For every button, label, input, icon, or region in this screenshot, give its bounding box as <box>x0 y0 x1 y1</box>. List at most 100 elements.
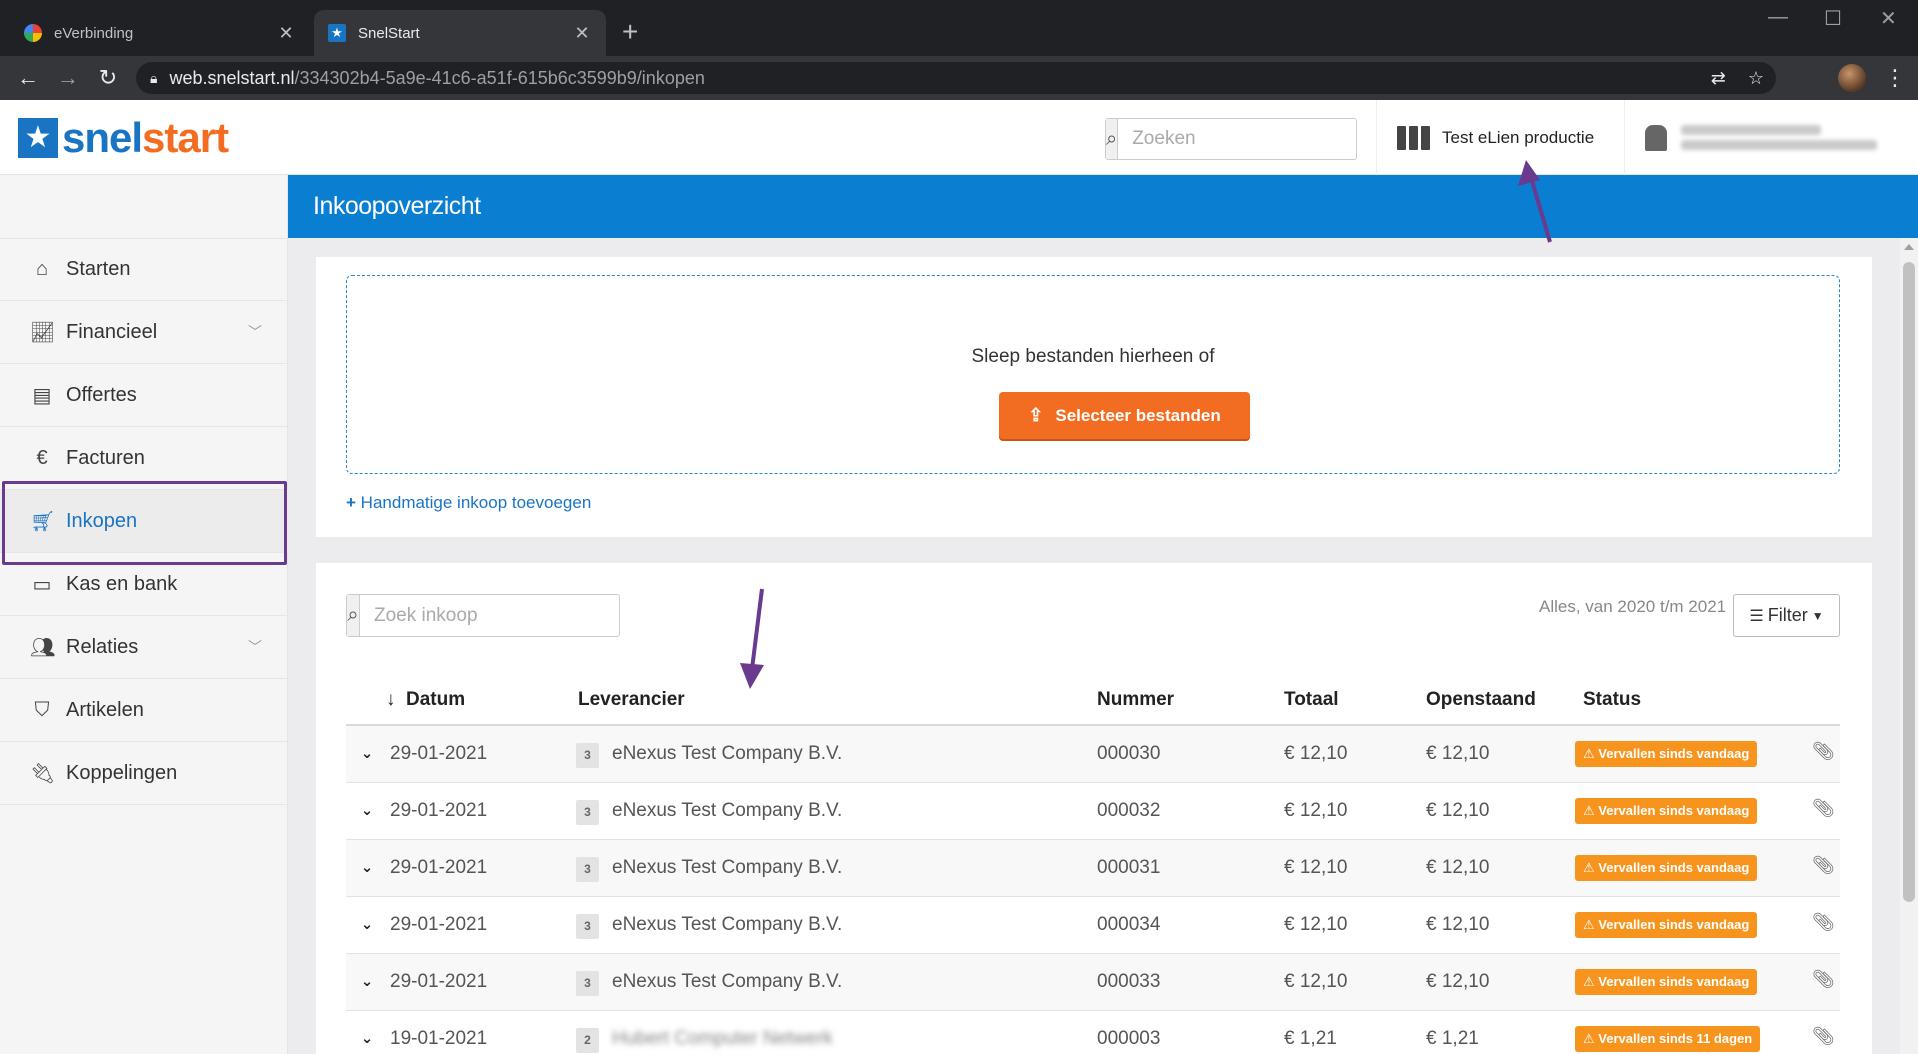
cell-openstaand: € 12,10 <box>1426 800 1490 821</box>
sidebar-item-financieel[interactable]: 📈︎ Financieel ﹀ <box>0 301 288 364</box>
expand-chevron-icon[interactable]: ⌄ <box>354 798 380 824</box>
paperclip-icon[interactable]: 📎︎ <box>1812 912 1835 933</box>
back-arrow-icon[interactable]: ← <box>14 64 42 92</box>
url-path: /334302b4-5a9e-41c6-a51f-615b6c3599b9/in… <box>294 67 705 88</box>
snelstart-logo[interactable]: ★ snelstart <box>18 117 229 159</box>
document-count-badge: 3 <box>576 800 599 825</box>
page-scrollbar[interactable] <box>1900 238 1918 1054</box>
paperclip-icon[interactable]: 📎︎ <box>1812 741 1835 762</box>
minimize-icon[interactable]: — <box>1768 6 1788 29</box>
table-row[interactable]: ⌄ 29-01-2021 3 eNexus Test Company B.V. … <box>346 726 1840 783</box>
sidebar-item-facturen[interactable]: € Facturen <box>0 427 288 490</box>
cell-totaal: € 12,10 <box>1284 971 1348 992</box>
cell-openstaand: € 12,10 <box>1426 971 1490 992</box>
logo-text-snel: snel <box>62 114 143 161</box>
browser-menu-icon[interactable]: ⋮ <box>1884 64 1906 92</box>
table-body: ⌄ 29-01-2021 3 eNexus Test Company B.V. … <box>346 726 1840 1054</box>
col-datum[interactable]: Datum <box>406 689 465 711</box>
table-row[interactable]: ⌄ 19-01-2021 2 Hubert Computer Netwerk 0… <box>346 1011 1840 1054</box>
table-row[interactable]: ⌄ 29-01-2021 3 eNexus Test Company B.V. … <box>346 840 1840 897</box>
file-dropzone[interactable]: Sleep bestanden hierheen of ⇪ Selecteer … <box>346 275 1840 474</box>
plus-icon: + <box>346 493 356 512</box>
window-close-icon[interactable]: ✕ <box>1880 6 1897 31</box>
translate-icon[interactable]: ⇄ <box>1711 68 1726 89</box>
table-row[interactable]: ⌄ 29-01-2021 3 eNexus Test Company B.V. … <box>346 954 1840 1011</box>
dropzone-text: Sleep bestanden hierheen of <box>971 346 1215 367</box>
col-openstaand[interactable]: Openstaand <box>1426 689 1536 711</box>
reload-icon[interactable]: ↻ <box>94 64 122 92</box>
table-row[interactable]: ⌄ 29-01-2021 3 eNexus Test Company B.V. … <box>346 783 1840 840</box>
status-text: Vervallen sinds vandaag <box>1598 974 1750 989</box>
paperclip-icon[interactable]: 📎︎ <box>1812 798 1835 819</box>
new-tab-icon[interactable]: + <box>622 16 638 48</box>
purchases-table: ↓ Datum Leverancier Nummer Totaal Openst… <box>346 675 1840 1054</box>
filter-button[interactable]: ☰ Filter ▼ <box>1733 594 1840 637</box>
sidebar-item-artikelen[interactable]: ⛉ Artikelen <box>0 679 288 742</box>
purchases-panel: ⌕ Alles, van 2020 t/m 2021 ☰ Filter ▼ ↓ … <box>316 563 1872 1054</box>
global-search-input[interactable] <box>1118 119 1378 159</box>
table-row[interactable]: ⌄ 29-01-2021 3 eNexus Test Company B.V. … <box>346 897 1840 954</box>
col-leverancier[interactable]: Leverancier <box>578 689 685 711</box>
scroll-thumb[interactable] <box>1903 262 1915 902</box>
home-icon: ⌂ <box>35 258 49 280</box>
cell-totaal: € 12,10 <box>1284 800 1348 821</box>
col-totaal[interactable]: Totaal <box>1284 689 1339 711</box>
paperclip-icon[interactable]: 📎︎ <box>1812 1026 1835 1047</box>
sidebar-item-kas-en-bank[interactable]: ▭ Kas en bank <box>0 553 288 616</box>
expand-chevron-icon[interactable]: ⌄ <box>354 741 380 767</box>
expand-chevron-icon[interactable]: ⌄ <box>354 969 380 995</box>
sidebar-item-label: Kas en bank <box>66 572 178 595</box>
sidebar-item-relaties[interactable]: 👥︎ Relaties ﹀ <box>0 616 288 679</box>
col-nummer[interactable]: Nummer <box>1097 689 1174 711</box>
document-count-badge: 3 <box>576 971 599 996</box>
sidebar-item-offertes[interactable]: ▤ Offertes <box>0 364 288 427</box>
sidebar-item-starten[interactable]: ⌂ Starten <box>0 238 288 301</box>
cell-datum: 29-01-2021 <box>390 857 488 878</box>
sidebar-item-label: Relaties <box>66 635 139 658</box>
expand-chevron-icon[interactable]: ⌄ <box>354 855 380 881</box>
browser-tab-everbinding[interactable]: eVerbinding ✕ <box>10 10 310 56</box>
browser-addressbar: ← → ↻ 🔒︎ web.snelstart.nl/334302b4-5a9e-… <box>0 56 1918 100</box>
cell-leverancier: eNexus Test Company B.V. <box>612 857 843 878</box>
paperclip-icon[interactable]: 📎︎ <box>1812 855 1835 876</box>
search-icon[interactable]: ⌕ <box>1106 119 1119 159</box>
add-manual-purchase-link[interactable]: + Handmatige inkoop toevoegen <box>346 493 591 513</box>
search-icon[interactable]: ⌕ <box>347 595 360 636</box>
paperclip-icon[interactable]: 📎︎ <box>1812 969 1835 990</box>
sidebar-item-inkopen[interactable]: 🛒︎ Inkopen <box>0 490 288 553</box>
cell-leverancier: eNexus Test Company B.V. <box>612 743 843 764</box>
user-menu[interactable] <box>1624 100 1881 175</box>
select-files-label: Selecteer bestanden <box>1055 405 1221 425</box>
tab-close-icon[interactable]: ✕ <box>572 23 592 44</box>
scroll-up-arrow-icon[interactable] <box>1904 244 1914 250</box>
global-search: ⌕ <box>1105 118 1378 160</box>
sort-desc-arrow-icon[interactable]: ↓ <box>386 689 396 711</box>
url-field[interactable]: 🔒︎ web.snelstart.nl/334302b4-5a9e-41c6-a… <box>136 62 1776 94</box>
expand-chevron-icon[interactable]: ⌄ <box>354 1026 380 1052</box>
sidebar-item-label: Facturen <box>66 446 145 469</box>
bookmark-star-icon[interactable]: ☆ <box>1748 68 1764 89</box>
caret-down-icon: ▼ <box>1811 608 1824 623</box>
everbinding-favicon-icon <box>24 24 42 42</box>
cell-openstaand: € 12,10 <box>1426 857 1490 878</box>
select-files-button[interactable]: ⇪ Selecteer bestanden <box>999 392 1250 439</box>
plug-icon: 🔌︎ <box>30 762 56 785</box>
purchase-search-input[interactable] <box>360 595 619 636</box>
cell-datum: 29-01-2021 <box>390 971 488 992</box>
status-text: Vervallen sinds vandaag <box>1598 746 1750 761</box>
company-switcher[interactable]: Test eLien productie <box>1376 100 1620 175</box>
maximize-icon[interactable]: ☐ <box>1824 6 1842 31</box>
cart-icon: 🛒︎ <box>30 510 56 533</box>
expand-chevron-icon[interactable]: ⌄ <box>354 912 380 938</box>
browser-tab-label: SnelStart <box>358 24 420 42</box>
company-name: Test eLien productie <box>1442 127 1595 147</box>
browser-tabbar: eVerbinding ✕ ★ SnelStart ✕ + — ☐ ✕ <box>0 0 1918 56</box>
cell-nummer: 000033 <box>1097 971 1161 992</box>
forward-arrow-icon[interactable]: → <box>54 64 82 92</box>
tab-close-icon[interactable]: ✕ <box>276 23 296 44</box>
browser-tab-snelstart[interactable]: ★ SnelStart ✕ <box>314 10 606 56</box>
profile-avatar[interactable] <box>1838 64 1866 92</box>
col-status[interactable]: Status <box>1583 689 1641 711</box>
sidebar-item-koppelingen[interactable]: 🔌︎ Koppelingen <box>0 742 288 805</box>
document-count-badge: 3 <box>576 743 599 768</box>
